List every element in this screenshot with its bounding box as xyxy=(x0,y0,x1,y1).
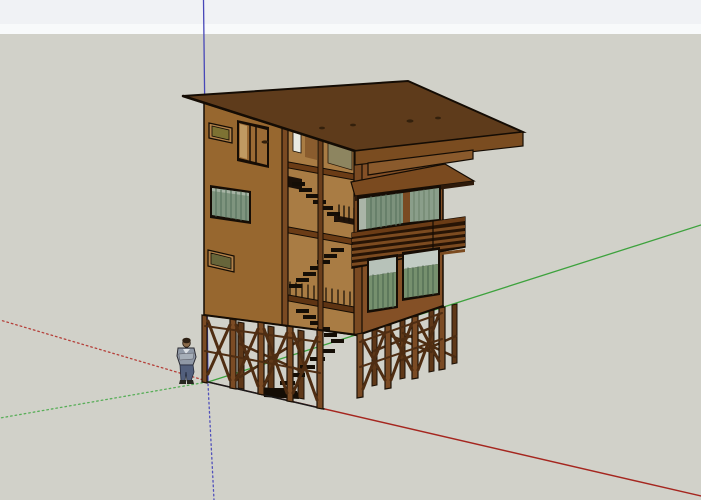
stair-step[interactable] xyxy=(296,278,309,282)
stair-step[interactable] xyxy=(296,309,309,313)
stair-step[interactable] xyxy=(303,315,316,319)
stair-step[interactable] xyxy=(324,333,337,337)
tower-post-middle[interactable] xyxy=(318,136,323,332)
sketchup-viewport[interactable] xyxy=(0,0,701,500)
figure-arms[interactable] xyxy=(179,353,194,360)
figure-shoe[interactable] xyxy=(179,380,186,384)
roof-vent xyxy=(435,117,441,120)
stair-step[interactable] xyxy=(306,194,319,198)
stair-step[interactable] xyxy=(292,182,305,186)
sky-horizon-glow xyxy=(0,24,701,34)
model-scene-3d[interactable] xyxy=(0,0,701,500)
tower-post-left[interactable] xyxy=(282,126,288,327)
stair-step[interactable] xyxy=(299,188,312,192)
roof-vent xyxy=(350,124,356,127)
stair-step[interactable] xyxy=(324,254,337,258)
tower-window-sliver[interactable] xyxy=(293,132,301,153)
figure-pants[interactable] xyxy=(180,365,194,381)
roof-vent xyxy=(319,127,325,130)
stair-step[interactable] xyxy=(327,212,340,216)
window-band-pane[interactable] xyxy=(359,198,366,230)
window-tall-highlight[interactable] xyxy=(240,124,247,159)
stair-step[interactable] xyxy=(331,339,344,343)
roof-vent xyxy=(262,140,269,143)
stair-step[interactable] xyxy=(303,272,316,276)
roof-vent xyxy=(407,119,414,122)
stair-step[interactable] xyxy=(331,248,344,252)
window-band-mullion[interactable] xyxy=(403,192,410,223)
figure-shoe[interactable] xyxy=(187,380,194,384)
figure-hair[interactable] xyxy=(182,338,190,344)
